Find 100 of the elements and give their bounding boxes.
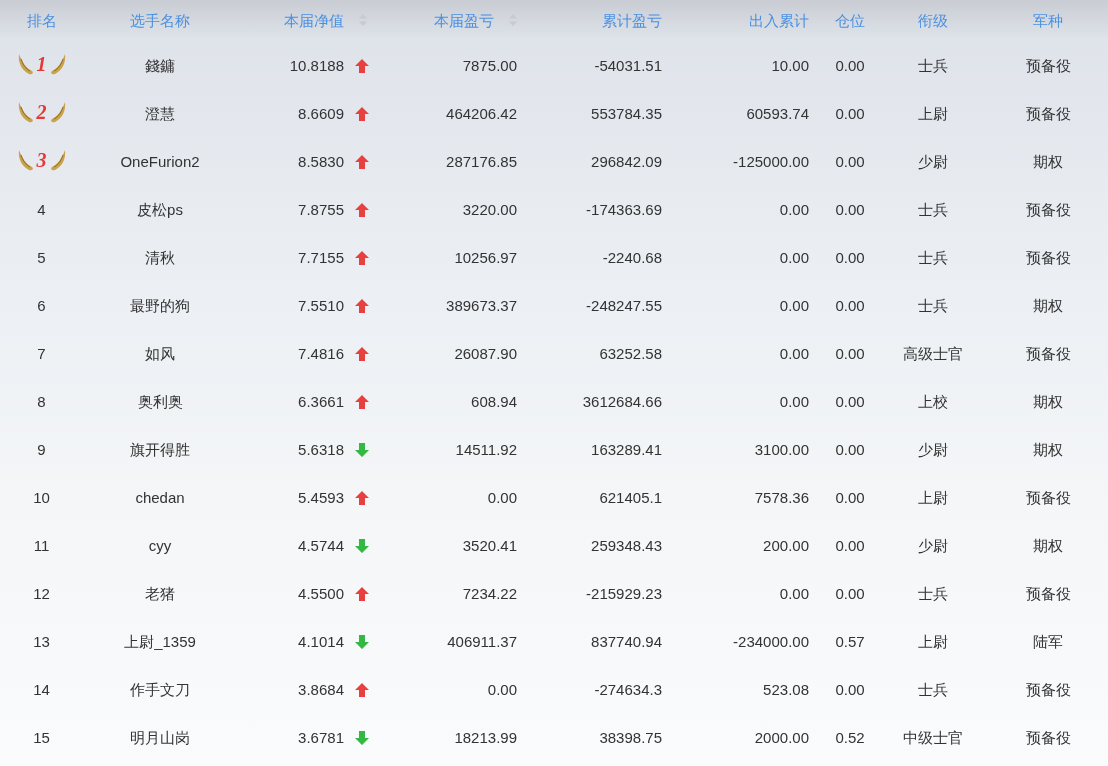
branch-name: 期权 [1033,153,1063,170]
player-name: 作手文刀 [130,681,190,698]
session-profit: 10256.97 [454,249,517,266]
position-value: 0.00 [835,441,865,458]
position-value: 0.00 [835,585,865,602]
player-name: 上尉_1359 [124,633,196,650]
rank-title: 上尉 [917,105,948,122]
rank-title: 上尉 [917,489,948,506]
net-value: 7.8755 [298,201,344,218]
rank-number: 4 [37,201,46,218]
rank-number: 15 [33,729,50,746]
total-profit: -54031.51 [594,57,662,74]
session-profit: 14511.92 [455,441,517,458]
net-value: 7.4816 [298,345,344,362]
branch-name: 期权 [1033,441,1063,458]
branch-name: 预备役 [1025,729,1071,746]
session-profit: 0.00 [487,489,517,506]
session-profit: 287176.85 [446,153,517,170]
cash-flow: 0.00 [779,201,809,218]
branch-name: 预备役 [1025,201,1071,218]
player-name: 旗开得胜 [130,441,190,458]
branch-name: 预备役 [1025,57,1071,74]
session-profit: 0.00 [487,681,517,698]
player-name: 錢鏞 [145,57,175,74]
cash-flow: -234000.00 [733,633,809,650]
rank-title: 士兵 [917,57,948,74]
rank-title: 少尉 [917,153,948,170]
player-name: 奥利奥 [137,393,183,410]
position-value: 0.00 [835,345,865,362]
branch-name: 预备役 [1025,345,1071,362]
session-profit: 7875.00 [462,57,517,74]
column-header[interactable]: 本届盈亏 [434,12,494,29]
total-profit: 163289.41 [591,441,662,458]
column-header: 军种 [1033,12,1063,29]
cash-flow: 2000.00 [754,729,809,746]
player-name: 如风 [145,345,175,362]
total-profit: 3612684.66 [582,393,662,410]
net-value: 8.5830 [298,153,344,170]
column-header[interactable]: 本届净值 [284,12,344,29]
session-profit: 7234.22 [462,585,517,602]
rank-title: 中级士官 [902,729,963,746]
position-value: 0.57 [835,633,865,650]
rank-title: 士兵 [917,297,948,314]
player-name: 澄慧 [145,105,175,122]
rank-number: 10 [33,489,50,506]
rank-number: 1 [35,53,48,74]
rank-number: 8 [37,393,46,410]
cash-flow: 0.00 [779,393,809,410]
rank-title: 士兵 [917,585,948,602]
player-name: 明月山岗 [130,729,190,746]
position-value: 0.52 [835,729,865,746]
session-profit: 608.94 [471,393,517,410]
rank-title: 士兵 [917,681,948,698]
rank-title: 上尉 [917,633,948,650]
branch-name: 预备役 [1025,105,1071,122]
column-header: 仓位 [835,12,865,29]
rank-number: 14 [33,681,50,698]
net-value: 3.8684 [298,681,344,698]
cash-flow: 10.00 [771,57,809,74]
rank-number: 9 [37,441,46,458]
rank-title: 士兵 [917,201,948,218]
cash-flow: 0.00 [779,249,809,266]
cash-flow: 3100.00 [754,441,809,458]
rank-title: 上校 [917,393,948,410]
player-name: cyy [148,537,172,554]
position-value: 0.00 [835,57,865,74]
session-profit: 406911.37 [447,633,517,650]
total-profit: -174363.69 [586,201,662,218]
session-profit: 3220.00 [462,201,517,218]
player-name: chedan [135,489,185,506]
rank-title: 少尉 [917,537,948,554]
session-profit: 464206.42 [446,105,517,122]
rank-number: 6 [37,297,46,314]
session-profit: 26087.90 [454,345,517,362]
column-header: 衔级 [917,12,948,29]
column-header: 排名 [26,12,57,29]
branch-name: 预备役 [1025,681,1071,698]
cash-flow: -125000.00 [733,153,809,170]
session-profit: 389673.37 [446,297,517,314]
position-value: 0.00 [835,105,865,122]
branch-name: 期权 [1033,393,1063,410]
branch-name: 预备役 [1025,585,1071,602]
cash-flow: 0.00 [779,585,809,602]
cash-flow: 523.08 [763,681,809,698]
total-profit: 38398.75 [599,729,662,746]
position-value: 0.00 [835,393,865,410]
cash-flow: 0.00 [779,345,809,362]
cash-flow: 60593.74 [746,105,809,122]
cash-flow: 0.00 [779,297,809,314]
position-value: 0.00 [835,681,865,698]
player-name: 老猪 [145,585,175,602]
position-value: 0.00 [835,489,865,506]
position-value: 0.00 [835,249,865,266]
total-profit: -274634.3 [594,681,662,698]
net-value: 6.3661 [298,393,344,410]
session-profit: 18213.99 [454,729,517,746]
rank-title: 少尉 [917,441,948,458]
net-value: 4.5500 [298,585,344,602]
rank-title: 士兵 [917,249,948,266]
player-name: OneFurion2 [120,153,200,170]
